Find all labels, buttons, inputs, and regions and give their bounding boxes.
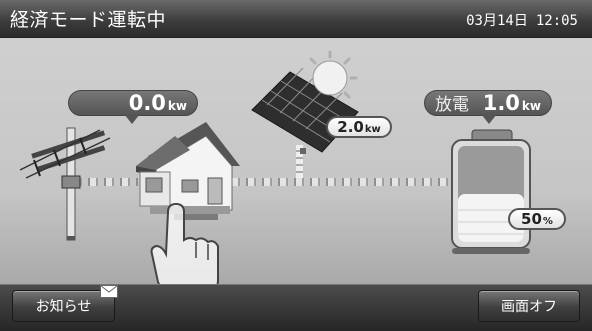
solar-power-unit: kw — [364, 124, 381, 135]
battery-charge-unit: % — [542, 216, 553, 227]
battery-icon — [451, 129, 531, 254]
notice-button-label: お知らせ — [35, 299, 92, 315]
battery-charge-value: 50 — [521, 210, 542, 228]
solar-power-value: 2.0 — [337, 118, 364, 136]
sun-icon — [309, 50, 358, 99]
solar-power-badge: 2.0 kw — [326, 116, 392, 138]
battery-bubble-tail — [481, 114, 497, 124]
utility-pole-icon — [19, 127, 111, 241]
house-icon — [136, 122, 240, 220]
grid-power-value: 0.0 — [128, 91, 166, 115]
energy-illustration — [19, 50, 531, 297]
screen-off-button-label: 画面オフ — [501, 299, 557, 315]
mail-icon — [100, 285, 118, 298]
battery-power-unit: kw — [521, 99, 541, 113]
energy-monitor-screen: 経済モード運転中 03月14日 12:05 0.0 kw 2.0 kw 放電 1… — [0, 0, 592, 331]
grid-bubble-tail — [124, 114, 140, 124]
grid-power-bubble: 0.0 kw — [68, 90, 198, 116]
battery-power-value: 1.0 — [482, 91, 520, 115]
notice-button[interactable]: お知らせ — [12, 285, 118, 322]
screen-off-button[interactable]: 画面オフ — [478, 290, 580, 322]
battery-charge-badge: 50% — [508, 208, 566, 230]
battery-status-label: 放電 — [435, 95, 469, 115]
battery-discharge-bubble: 放電 1.0 kw — [424, 90, 552, 116]
grid-power-unit: kw — [167, 99, 187, 113]
